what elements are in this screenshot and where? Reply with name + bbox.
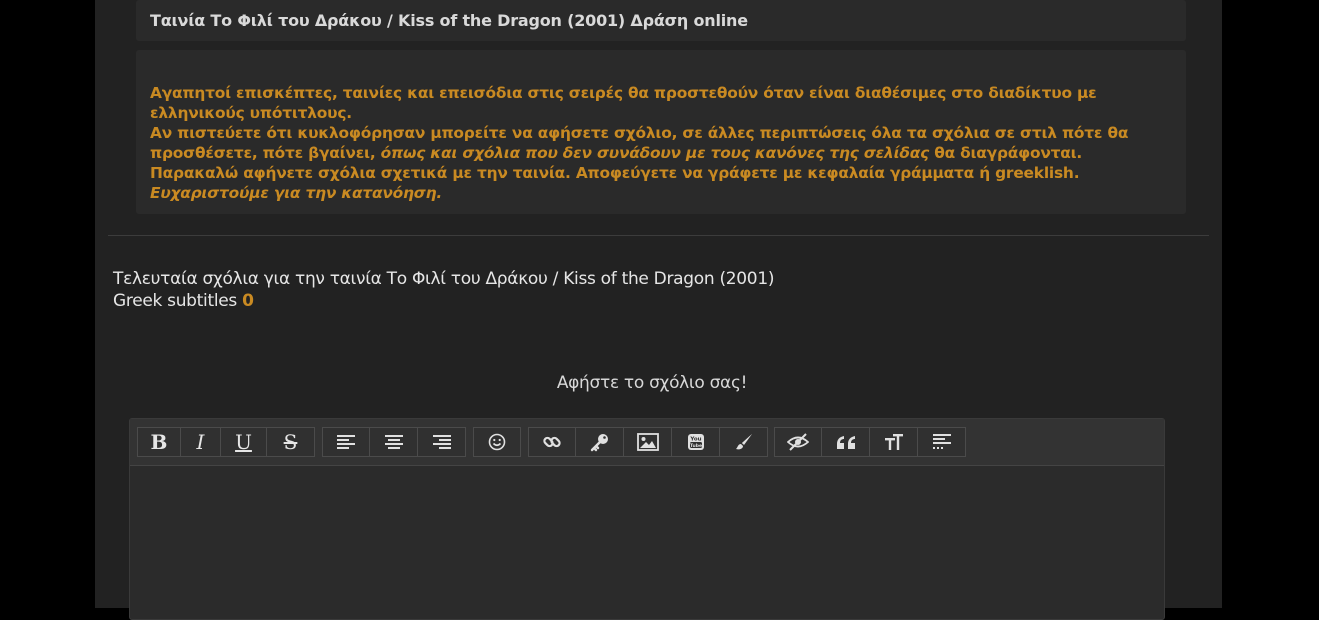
smiley-button[interactable]	[473, 427, 521, 457]
align-right-button[interactable]	[418, 427, 466, 457]
quote-icon	[836, 436, 855, 449]
font-size-icon	[884, 434, 903, 450]
bold-button[interactable]: B	[137, 427, 181, 457]
notice-line-2-end: θα διαγράφονται.	[929, 144, 1083, 162]
editor-toolbar: B I U S You Tube	[130, 419, 1164, 466]
subtitles-label: Greek subtitles	[113, 291, 237, 311]
notice-box: Αγαπητοί επισκέπτες, ταινίες και επεισόδ…	[136, 50, 1186, 214]
toolbar-group-emoji	[473, 427, 521, 457]
key-button[interactable]	[576, 427, 624, 457]
align-justify-icon	[932, 434, 951, 449]
toolbar-group-misc	[774, 427, 966, 457]
hide-button[interactable]	[774, 427, 822, 457]
strikethrough-button[interactable]: S	[267, 427, 315, 457]
toolbar-group-format: B I U S	[137, 427, 315, 457]
subtitles-count: 0	[242, 291, 254, 311]
bold-icon: B	[150, 430, 168, 454]
notice-line-4: Ευχαριστούμε για την κατανόηση.	[150, 183, 1165, 203]
italic-icon: I	[196, 430, 205, 454]
notice-thanks: Ευχαριστούμε για την κατανόηση.	[150, 184, 442, 202]
image-button[interactable]	[624, 427, 672, 457]
underline-button[interactable]: U	[221, 427, 267, 457]
italic-button[interactable]: I	[181, 427, 221, 457]
leave-comment-text: Αφήστε το σχόλιο σας!	[556, 373, 748, 393]
youtube-button[interactable]: You Tube	[672, 427, 720, 457]
brush-icon	[735, 434, 752, 450]
svg-text:Tube: Tube	[689, 443, 701, 449]
align-right-icon	[432, 435, 451, 449]
toolbar-group-insert: You Tube	[528, 427, 768, 457]
image-icon	[636, 433, 659, 451]
comment-editor: B I U S You Tube	[129, 418, 1165, 620]
leave-comment-prompt: Αφήστε το σχόλιο σας!	[95, 373, 1144, 393]
movie-title-box: Ταινία Το Φιλί του Δράκου / Kiss of the …	[136, 0, 1186, 41]
align-center-icon	[384, 435, 403, 449]
toolbar-group-align	[322, 427, 466, 457]
smiley-icon	[488, 433, 506, 451]
align-left-button[interactable]	[322, 427, 370, 457]
font-size-button[interactable]	[870, 427, 918, 457]
svg-text:You: You	[689, 437, 701, 443]
link-icon	[543, 436, 561, 448]
align-left-icon	[337, 435, 355, 449]
notice-line-3: Παρακαλώ αφήνετε σχόλια σχετικά με την τ…	[150, 164, 1080, 182]
brush-button[interactable]	[720, 427, 768, 457]
underline-icon: U	[235, 430, 252, 454]
comment-textarea[interactable]	[130, 466, 1164, 619]
notice-line-2: Αν πιστεύετε ότι κυκλοφόρησαν μπορείτε ν…	[150, 123, 1165, 163]
strikethrough-icon: S	[283, 430, 298, 454]
latest-comments: Τελευταία σχόλια για την ταινία Το Φιλί …	[113, 268, 774, 312]
notice-text: Αγαπητοί επισκέπτες, ταινίες και επεισόδ…	[150, 83, 1165, 203]
divider	[108, 235, 1209, 236]
page-container: Ταινία Το Φιλί του Δράκου / Kiss of the …	[95, 0, 1222, 620]
link-button[interactable]	[528, 427, 576, 457]
hide-icon	[787, 433, 809, 451]
youtube-icon: YouTube	[687, 434, 704, 450]
notice-line-1: Αγαπητοί επισκέπτες, ταινίες και επεισόδ…	[150, 84, 1097, 122]
key-icon	[590, 434, 608, 452]
quote-button[interactable]	[822, 427, 870, 457]
notice-line-2-emphasis: όπως και σχόλια που δεν συνάδουν με τους…	[380, 144, 930, 162]
align-justify-button[interactable]	[918, 427, 966, 457]
subtitles-row: Greek subtitles 0	[113, 290, 774, 312]
movie-title: Ταινία Το Φιλί του Δράκου / Kiss of the …	[150, 11, 748, 30]
latest-comments-label: Τελευταία σχόλια για την ταινία Το Φιλί …	[113, 269, 775, 289]
align-center-button[interactable]	[370, 427, 418, 457]
